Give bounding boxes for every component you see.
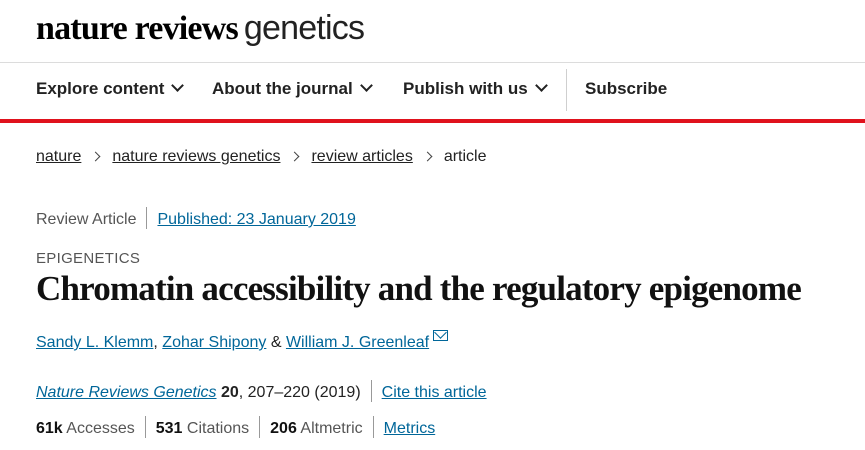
nav-publish-with-us[interactable]: Publish with us <box>403 79 548 99</box>
author-link[interactable]: Zohar Shipony <box>162 334 266 351</box>
chevron-down-icon <box>534 79 548 92</box>
nav-about-journal[interactable]: About the journal <box>212 79 373 99</box>
chevron-right-icon <box>290 151 300 162</box>
chevron-right-icon <box>90 151 101 162</box>
author-link[interactable]: Sandy L. Klemm <box>36 334 153 351</box>
main-nav: Explore content About the journal Publis… <box>0 63 865 117</box>
altmetric-score: 206 <box>270 420 297 438</box>
metrics-link[interactable]: Metrics <box>384 420 436 437</box>
journal-logo[interactable]: nature reviews genetics <box>36 9 365 47</box>
chevron-down-icon <box>171 79 185 92</box>
citation-row: Nature Reviews Genetics 20, 207–220 (201… <box>36 380 487 404</box>
altmetric-label: Altmetric <box>300 420 363 438</box>
chevron-down-icon <box>359 79 373 92</box>
volume-number: 20 <box>220 384 239 402</box>
breadcrumb-journal[interactable]: nature reviews genetics <box>112 148 280 165</box>
journal-link[interactable]: Nature Reviews Genetics <box>36 384 217 401</box>
citation-divider <box>370 380 372 402</box>
metrics-divider <box>372 416 374 438</box>
article-subject[interactable]: EPIGENETICS <box>36 250 140 267</box>
mail-icon[interactable] <box>433 330 449 341</box>
nav-publish-with-us-label: Publish with us <box>403 79 528 98</box>
nav-subscribe-label: Subscribe <box>585 79 668 98</box>
metrics-divider <box>259 416 261 438</box>
author-link[interactable]: William J. Greenleaf <box>286 334 429 351</box>
breadcrumb: nature nature reviews genetics review arti… <box>36 148 487 166</box>
logo-bold-text: nature reviews <box>36 10 239 47</box>
nav-subscribe[interactable]: Subscribe <box>585 79 667 99</box>
metrics-divider <box>144 416 146 438</box>
metrics-row: 61k Accesses 531 Citations 206 Altmetric Me… <box>36 416 436 440</box>
pages-year: , 207–220 (2019) <box>238 384 361 402</box>
chevron-right-icon <box>422 151 433 162</box>
breadcrumb-current: article <box>443 148 487 165</box>
citations-count: 531 <box>155 420 183 438</box>
nav-explore-content[interactable]: Explore content <box>36 79 185 99</box>
article-type: Review Article <box>36 211 137 229</box>
accesses-label: Accesses <box>66 420 135 438</box>
accesses-count: 61k <box>36 420 63 438</box>
breadcrumb-nature[interactable]: nature <box>36 148 81 165</box>
author-list: Sandy L. Klemm, Zohar Shipony & William … <box>36 330 449 352</box>
cite-article-link[interactable]: Cite this article <box>382 384 487 401</box>
nav-explore-content-label: Explore content <box>36 79 165 98</box>
author-separator: & <box>270 334 282 351</box>
breadcrumb-review-articles[interactable]: review articles <box>311 148 412 165</box>
article-meta: Review Article Published: 23 January 2019 <box>36 207 356 231</box>
nav-about-journal-label: About the journal <box>212 79 353 98</box>
nav-divider <box>566 69 567 111</box>
author-separator: , <box>153 334 158 351</box>
published-date-link[interactable]: Published: 23 January 2019 <box>157 211 355 228</box>
logo-light-text: genetics <box>243 9 365 47</box>
accent-bar <box>0 119 865 123</box>
meta-divider <box>146 207 148 229</box>
article-title: Chromatin accessibility and the regulato… <box>36 269 802 308</box>
citations-label: Citations <box>186 420 250 438</box>
